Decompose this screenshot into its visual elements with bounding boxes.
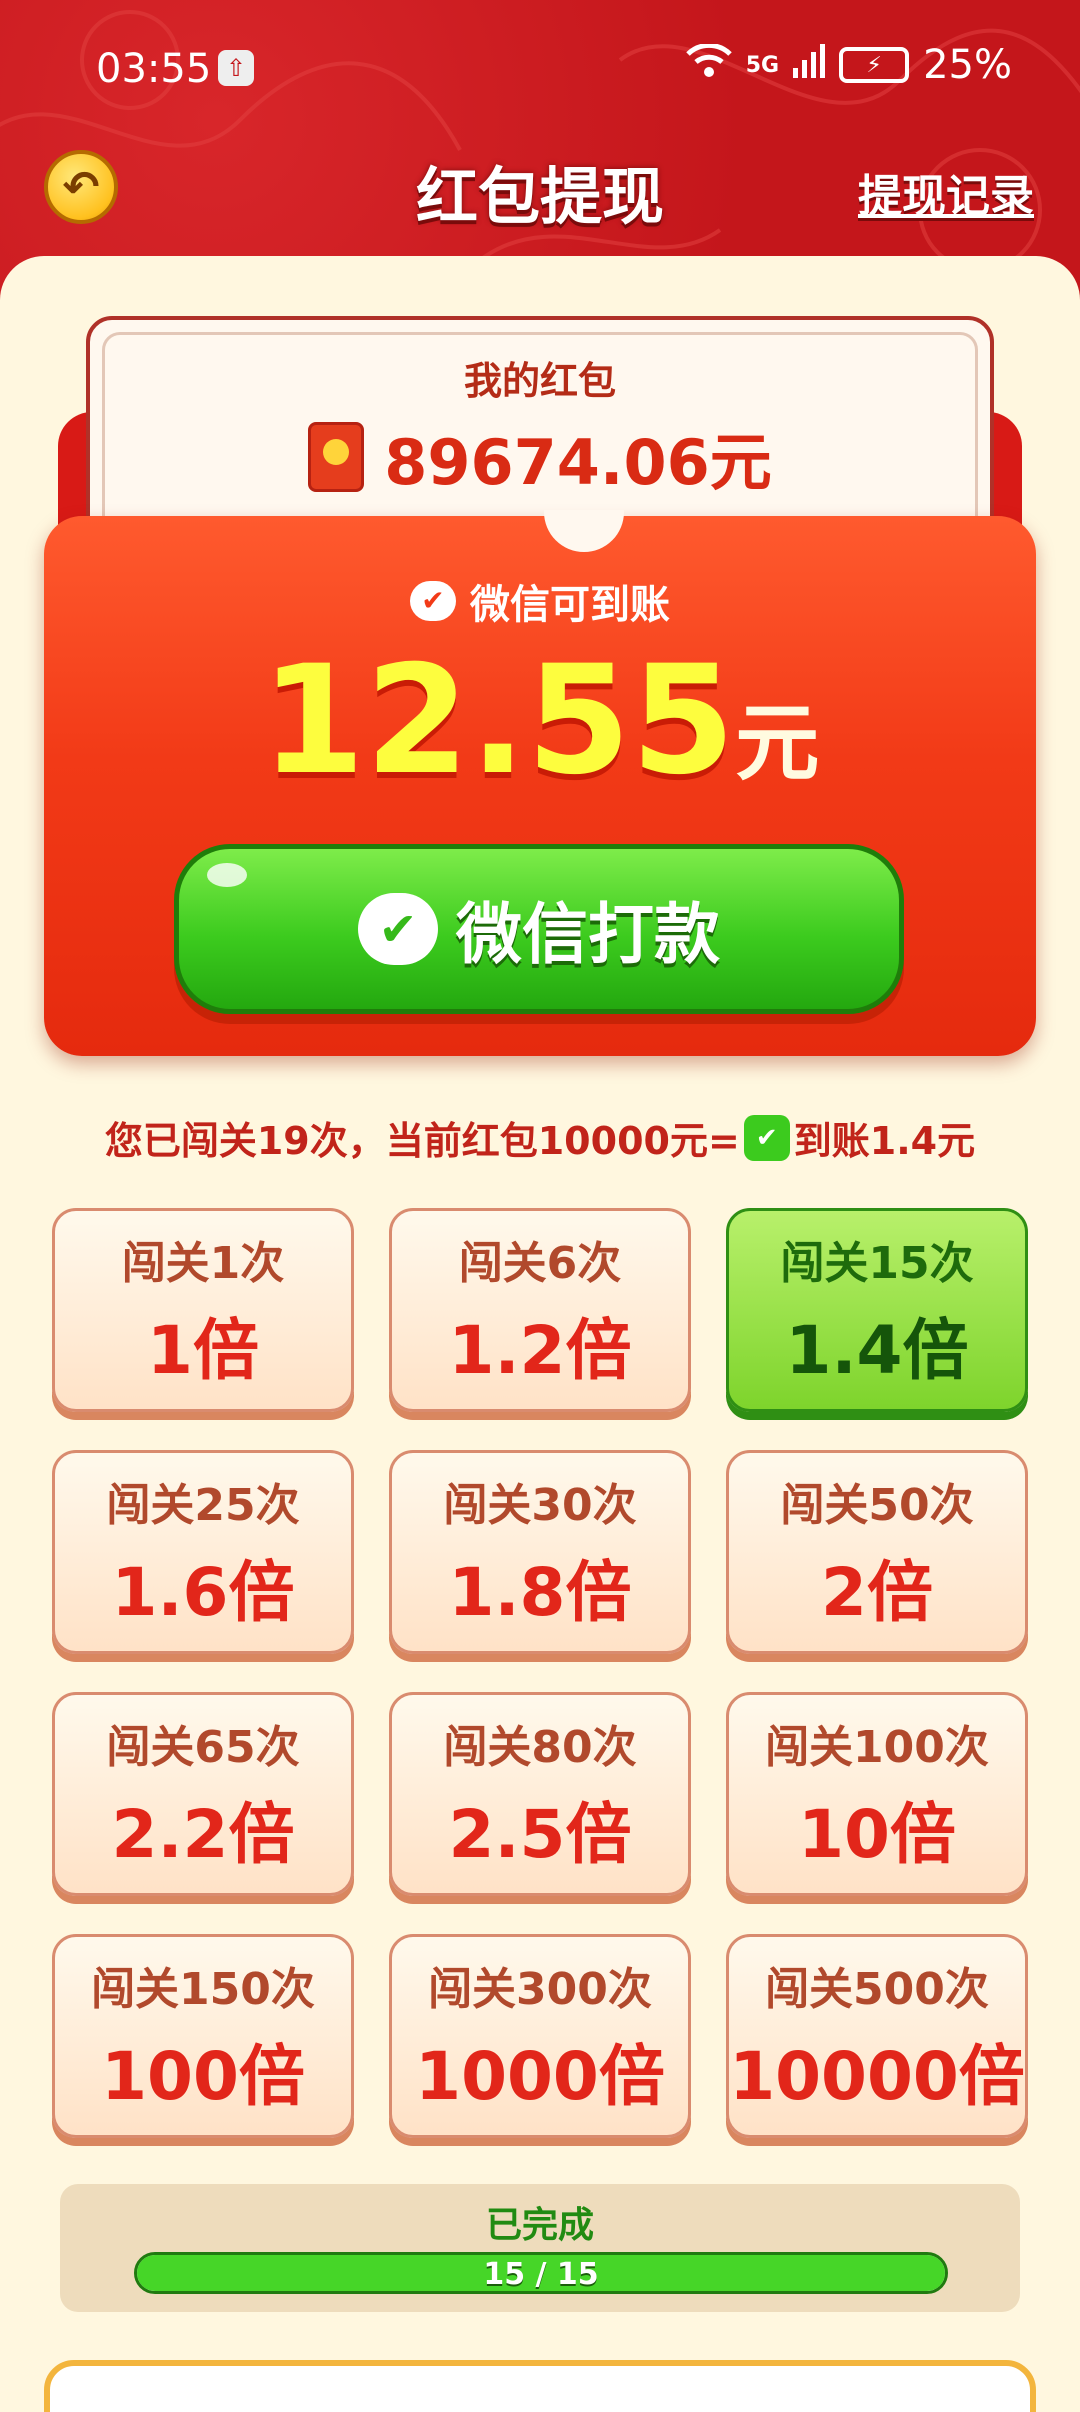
tier-levels: 闯关300次 bbox=[428, 1964, 652, 2015]
tier-tile[interactable]: 闯关80次 2.5倍 bbox=[389, 1692, 691, 1896]
withdraw-amount: 12.55元 bbox=[44, 634, 1036, 808]
wechat-available-row: ✔ 微信可到账 bbox=[44, 572, 1036, 630]
tier-levels: 闯关100次 bbox=[765, 1722, 989, 1773]
tier-multiplier: 1.2倍 bbox=[448, 1312, 632, 1389]
tier-multiplier: 2.5倍 bbox=[448, 1796, 632, 1873]
tier-tile[interactable]: 闯关15次 1.4倍 bbox=[726, 1208, 1028, 1412]
tier-multiplier: 1.4倍 bbox=[785, 1312, 969, 1389]
level-hint: 您已闯关19次，当前红包10000元= ✔ 到账1.4元 bbox=[0, 1110, 1080, 1165]
tier-tile[interactable]: 闯关300次 1000倍 bbox=[389, 1934, 691, 2138]
card-notch bbox=[544, 510, 624, 552]
battery-icon: ⚡ bbox=[839, 47, 910, 83]
wechat-available-label: 微信可到账 bbox=[470, 582, 670, 628]
wechat-pay-label: 微信打款 bbox=[456, 896, 720, 973]
tier-levels: 闯关1次 bbox=[121, 1238, 285, 1289]
app-header: ↶ 红包提现 提现记录 bbox=[0, 130, 1080, 250]
progress-status: 已完成 bbox=[485, 2205, 594, 2246]
withdraw-amount-value: 12.55 bbox=[260, 634, 736, 808]
tier-tile[interactable]: 闯关1次 1倍 bbox=[52, 1208, 354, 1412]
tier-tile[interactable]: 闯关100次 10倍 bbox=[726, 1692, 1028, 1896]
status-right: 5G ⚡ 25% bbox=[685, 42, 1012, 88]
withdraw-records-link[interactable]: 提现记录 bbox=[858, 160, 1034, 224]
wallet-label: 我的红包 bbox=[463, 359, 616, 403]
hint-text-before: 您已闯关19次，当前红包10000元= bbox=[104, 1119, 740, 1163]
tier-levels: 闯关30次 bbox=[443, 1480, 637, 1531]
tier-multiplier: 100倍 bbox=[101, 2038, 305, 2115]
hint-text-after: 到账1.4元 bbox=[793, 1119, 976, 1163]
app-notification-icon: ⇧ bbox=[218, 50, 254, 86]
withdraw-card: ✔ 微信可到账 12.55元 ✔ 微信打款 bbox=[44, 510, 1036, 1056]
wechat-small-icon: ✔ bbox=[743, 1114, 790, 1161]
tier-multiplier: 1000倍 bbox=[415, 2038, 665, 2115]
tier-levels: 闯关50次 bbox=[780, 1480, 974, 1531]
tier-tile[interactable]: 闯关6次 1.2倍 bbox=[389, 1208, 691, 1412]
status-time: 03:55 bbox=[96, 46, 212, 92]
tier-tile[interactable]: 闯关30次 1.8倍 bbox=[389, 1450, 691, 1654]
tier-multiplier: 10倍 bbox=[798, 1796, 956, 1873]
wechat-icon: ✔ bbox=[410, 581, 456, 621]
status-bar: 03:55 ⇧ 5G ⚡ 25% bbox=[0, 0, 1080, 130]
bottom-card bbox=[44, 2360, 1036, 2412]
wifi-icon bbox=[685, 42, 732, 88]
progress-box: 已完成 15 / 15 bbox=[60, 2184, 1020, 2312]
tier-tile[interactable]: 闯关50次 2倍 bbox=[726, 1450, 1028, 1654]
multiplier-grid: 闯关1次 1倍 闯关6次 1.2倍 闯关15次 1.4倍 闯关25次 1.6倍 闯关30… bbox=[52, 1208, 1028, 2138]
tier-multiplier: 1.8倍 bbox=[448, 1554, 632, 1631]
tier-multiplier: 10000倍 bbox=[729, 2038, 1025, 2115]
network-label: 5G bbox=[745, 52, 780, 78]
tier-levels: 闯关500次 bbox=[765, 1964, 989, 2015]
wechat-pay-button[interactable]: ✔ 微信打款 bbox=[174, 844, 904, 1014]
tier-tile[interactable]: 闯关150次 100倍 bbox=[52, 1934, 354, 2138]
tier-tile[interactable]: 闯关500次 10000倍 bbox=[726, 1934, 1028, 2138]
wallet-balance: 89674.06元 bbox=[384, 426, 772, 499]
tier-multiplier: 1倍 bbox=[147, 1312, 259, 1389]
tier-levels: 闯关6次 bbox=[458, 1238, 622, 1289]
tier-multiplier: 1.6倍 bbox=[111, 1554, 295, 1631]
signal-icon bbox=[793, 42, 826, 88]
tier-levels: 闯关15次 bbox=[780, 1238, 974, 1289]
wechat-logo-icon: ✔ bbox=[358, 893, 438, 965]
tier-levels: 闯关65次 bbox=[106, 1722, 300, 1773]
wallet-balance-row: 89674.06元 bbox=[90, 412, 990, 502]
tier-multiplier: 2.2倍 bbox=[111, 1796, 295, 1873]
progress-bar: 15 / 15 bbox=[134, 2252, 948, 2294]
tier-multiplier: 2倍 bbox=[821, 1554, 933, 1631]
red-envelope-icon bbox=[308, 422, 365, 492]
progress-text: 15 / 15 bbox=[483, 2257, 599, 2292]
tier-levels: 闯关150次 bbox=[91, 1964, 315, 2015]
battery-percent: 25% bbox=[923, 42, 1012, 88]
withdraw-amount-unit: 元 bbox=[735, 694, 820, 792]
tier-tile[interactable]: 闯关25次 1.6倍 bbox=[52, 1450, 354, 1654]
button-gloss bbox=[207, 863, 247, 887]
tier-levels: 闯关25次 bbox=[106, 1480, 300, 1531]
tier-levels: 闯关80次 bbox=[443, 1722, 637, 1773]
tier-tile[interactable]: 闯关65次 2.2倍 bbox=[52, 1692, 354, 1896]
